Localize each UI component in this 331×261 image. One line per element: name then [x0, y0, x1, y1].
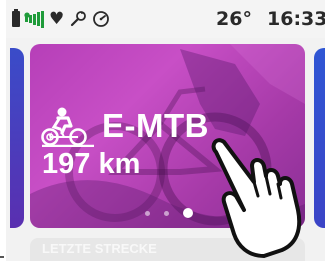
carousel-pager — [145, 208, 193, 218]
pager-dot[interactable] — [164, 210, 169, 216]
previous-card-peek[interactable] — [10, 48, 24, 228]
range-distance: 197 km — [42, 148, 141, 180]
next-section-label: LETZTE STRECKE — [42, 241, 157, 256]
mode-title: E-MTB — [102, 107, 209, 144]
clock-readout: 16:33 — [267, 8, 325, 30]
status-icons: ● ♥ — [12, 9, 115, 29]
tool-icon — [69, 10, 87, 28]
pager-dot-active[interactable] — [183, 208, 193, 218]
heart-icon: ♥ — [49, 8, 65, 29]
pager-dot[interactable] — [145, 210, 150, 216]
temperature-readout: 26° — [216, 8, 252, 30]
device-screen: ● ♥ 26° 16:33 E-MTB 197 km LETZTE STRECK… — [6, 0, 325, 261]
gauge-icon — [92, 10, 110, 28]
battery-icon — [12, 9, 20, 27]
status-bar: ● ♥ 26° 16:33 — [6, 0, 325, 38]
pointing-hand-icon — [211, 138, 302, 258]
edge-mark — [0, 256, 4, 258]
signal-icon: ● — [24, 10, 44, 28]
emtb-rider-icon — [41, 107, 94, 147]
